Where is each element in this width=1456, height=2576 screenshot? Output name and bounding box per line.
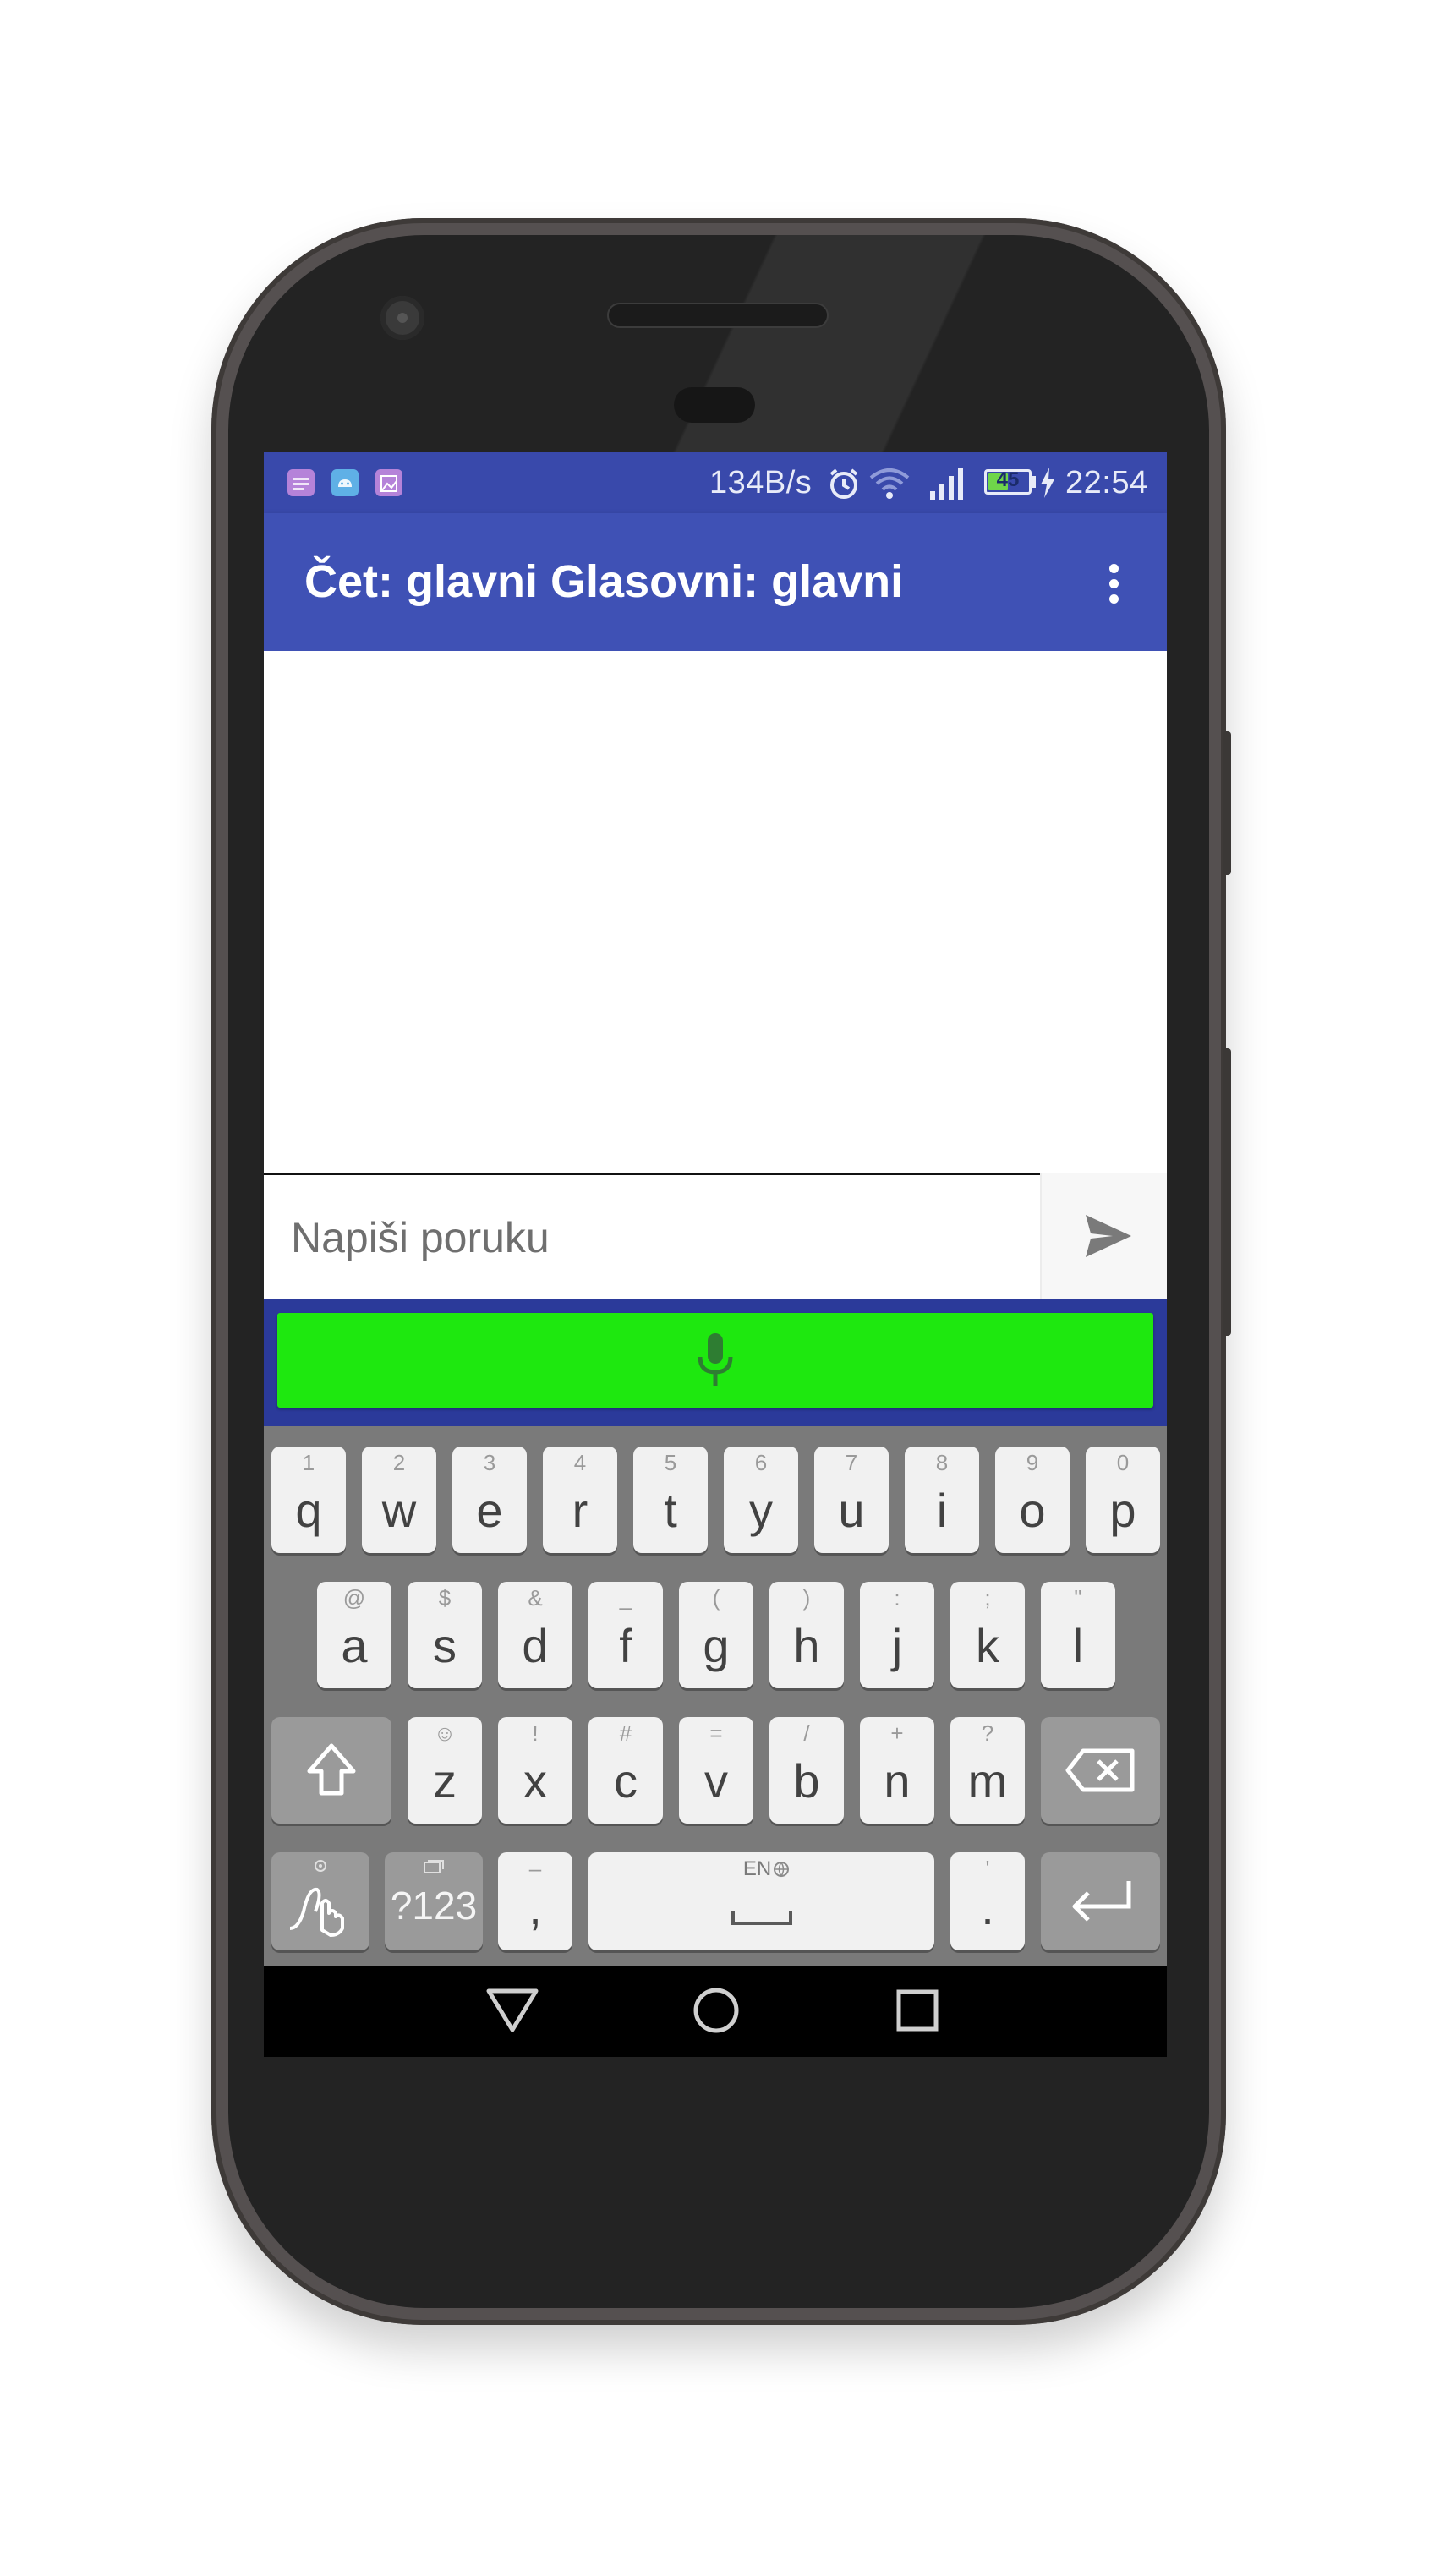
image-icon xyxy=(375,469,402,496)
key-n[interactable]: + n xyxy=(860,1717,934,1824)
settings-icon xyxy=(315,1860,326,1872)
message-composer xyxy=(264,1173,1167,1299)
clock: 22:54 xyxy=(1065,465,1148,500)
front-camera xyxy=(380,296,424,340)
space-icon xyxy=(731,1911,792,1925)
key-j[interactable]: :j xyxy=(860,1582,934,1688)
message-list[interactable] xyxy=(264,651,1167,1175)
battery-icon: 45 xyxy=(984,468,1032,495)
mic-button[interactable] xyxy=(277,1313,1153,1408)
key-h[interactable]: ) h xyxy=(769,1582,844,1688)
key-i[interactable]: 8i xyxy=(905,1447,979,1553)
key-t[interactable]: 5t xyxy=(633,1447,708,1553)
android-icon xyxy=(331,469,359,496)
key-l[interactable]: " l xyxy=(1041,1582,1115,1688)
key-r[interactable]: 4r xyxy=(543,1447,617,1553)
key-b[interactable]: / b xyxy=(769,1717,844,1824)
message-input[interactable] xyxy=(264,1175,1040,1299)
status-bar: 134B/s 45 22:54 xyxy=(264,452,1167,513)
emoji-keyboard-icon xyxy=(424,1860,444,1873)
key-x[interactable]: ! x xyxy=(498,1717,572,1824)
key-c[interactable]: # c xyxy=(588,1717,663,1824)
proximity-sensor xyxy=(674,387,755,423)
soft-keyboard: 1q 2w 3e 4r 5t 6y 7u 8i 9o 0p @ a $ s & d _… xyxy=(264,1426,1167,1966)
key-m[interactable]: ? m xyxy=(950,1717,1025,1824)
send-icon xyxy=(1086,1215,1131,1257)
shift-icon xyxy=(307,1743,356,1796)
enter-key[interactable] xyxy=(1041,1852,1160,1950)
gesture-icon xyxy=(289,1887,344,1937)
key-k[interactable]: ; k xyxy=(950,1582,1025,1688)
key-w[interactable]: 2w xyxy=(362,1447,436,1553)
key-d[interactable]: & d xyxy=(498,1582,572,1688)
earpiece-speaker xyxy=(607,303,829,328)
key-y[interactable]: 6y xyxy=(724,1447,798,1553)
power-button xyxy=(1223,731,1231,875)
app-bar: Čet: glavni Glasovni: glavni xyxy=(264,513,1167,651)
network-speed: 134B/s xyxy=(709,465,813,500)
signal-icon xyxy=(930,468,963,500)
mic-icon xyxy=(698,1333,733,1386)
comma-key[interactable]: –, xyxy=(498,1852,572,1950)
backspace-icon xyxy=(1065,1748,1135,1792)
recents-icon[interactable] xyxy=(895,1988,940,2033)
space-key[interactable]: EN xyxy=(588,1852,934,1950)
back-icon[interactable] xyxy=(485,1986,539,2035)
key-o[interactable]: 9o xyxy=(995,1447,1070,1553)
key-f[interactable]: _ f xyxy=(588,1582,663,1688)
gesture-key[interactable] xyxy=(271,1852,369,1950)
phone-screen: 134B/s 45 22:54 Čet: glavni Glasovni: gl… xyxy=(264,452,1167,2057)
app-title: Čet: glavni Glasovni: glavni xyxy=(304,556,904,607)
backspace-key[interactable] xyxy=(1041,1717,1160,1824)
period-key[interactable]: '. xyxy=(950,1852,1025,1950)
key-p[interactable]: 0p xyxy=(1086,1447,1160,1553)
battery-tip xyxy=(1032,476,1036,488)
key-e[interactable]: 3e xyxy=(452,1447,527,1553)
more-vert-icon[interactable] xyxy=(1092,559,1135,610)
navigation-bar xyxy=(264,1966,1167,2057)
voice-bar xyxy=(264,1299,1167,1426)
notification-icon xyxy=(287,469,315,496)
home-icon[interactable] xyxy=(692,1986,741,2035)
enter-icon xyxy=(1072,1881,1131,1922)
alarm-icon xyxy=(829,468,858,499)
language-icon xyxy=(774,1862,789,1878)
key-q[interactable]: 1q xyxy=(271,1447,346,1553)
key-v[interactable]: = v xyxy=(679,1717,753,1824)
symbols-key[interactable]: ?123 xyxy=(385,1852,483,1950)
key-g[interactable]: (g xyxy=(679,1582,753,1688)
shift-key[interactable] xyxy=(271,1717,391,1824)
key-a[interactable]: @ a xyxy=(317,1582,391,1688)
key-u[interactable]: 7u xyxy=(814,1447,889,1553)
key-s[interactable]: $ s xyxy=(408,1582,482,1688)
wifi-icon xyxy=(869,468,910,499)
charging-icon xyxy=(1041,468,1054,498)
send-button[interactable] xyxy=(1040,1173,1167,1299)
volume-button xyxy=(1223,1048,1231,1336)
key-z[interactable]: ☺ z xyxy=(408,1717,482,1824)
